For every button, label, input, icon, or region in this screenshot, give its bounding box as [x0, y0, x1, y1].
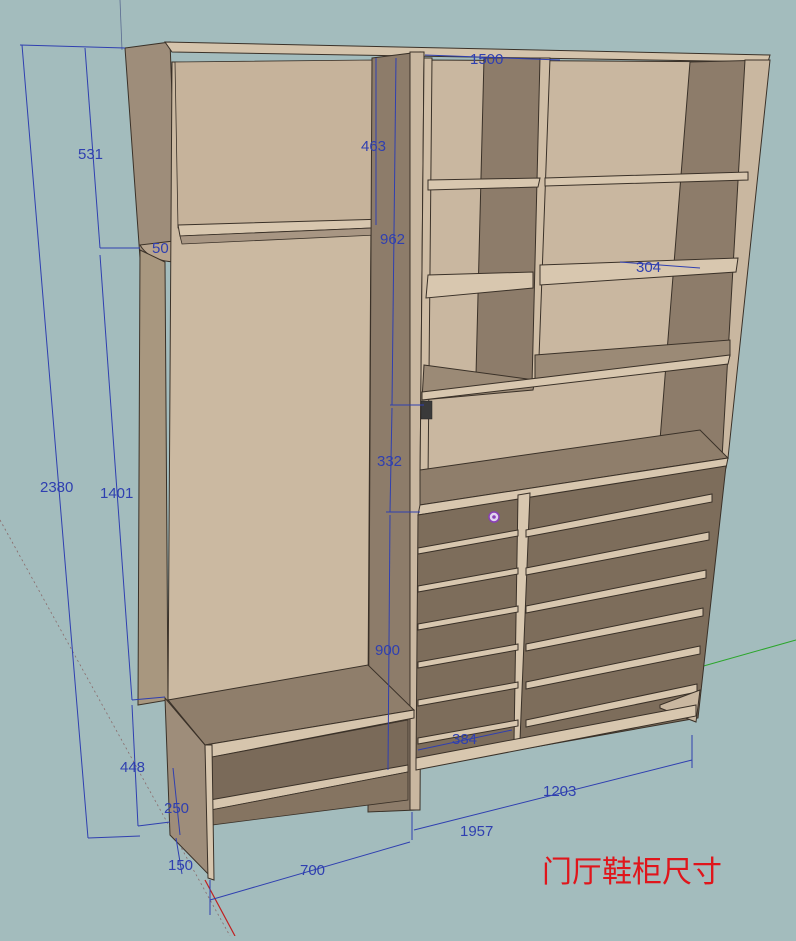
drawing-caption: 门厅鞋柜尺寸 [542, 855, 722, 890]
shoe-cabinet [415, 465, 727, 771]
dim-wardrobe-height: 1401 [100, 485, 133, 502]
cubby-section [417, 57, 771, 516]
dim-bench-height: 448 [120, 759, 145, 776]
inference-point-icon [488, 511, 500, 523]
dim-cubby-depth: 304 [636, 259, 661, 276]
bench-section [164, 664, 416, 881]
dim-top-section-height: 531 [78, 146, 103, 163]
dim-total-height: 2380 [40, 479, 73, 496]
dim-bench-width: 700 [300, 862, 325, 879]
dim-lower-height: 900 [375, 642, 400, 659]
dim-plinth: 150 [168, 857, 193, 874]
dim-middle-span: 962 [380, 231, 405, 248]
dim-shoe-cabinet-width: 1203 [543, 783, 576, 800]
dim-top-cabinet-inner: 463 [361, 138, 386, 155]
dim-shoe-bay-width: 384 [452, 731, 477, 748]
dim-bench-inner: 250 [164, 800, 189, 817]
dim-shelf-drop: 332 [377, 453, 402, 470]
dim-top-width: 1500 [470, 51, 503, 68]
dim-overall-width: 1957 [460, 823, 493, 840]
cabinet-model-drawing: 1500 531 463 50 962 2380 1401 332 304 90… [0, 0, 796, 937]
dim-edge-thickness: 50 [152, 240, 169, 257]
sketchup-viewport[interactable]: 1500 531 463 50 962 2380 1401 332 304 90… [0, 0, 796, 937]
